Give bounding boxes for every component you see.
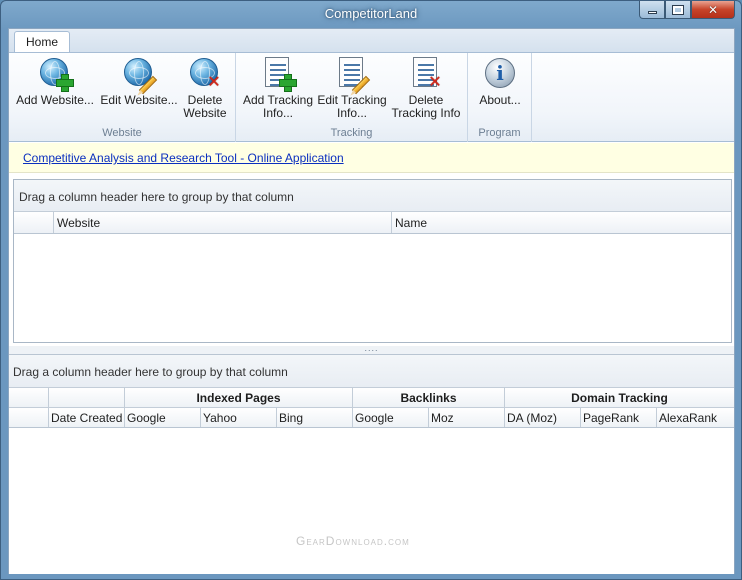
ribbon-group-website: Add Website... Edit Website... ✕ Delete …	[9, 53, 236, 142]
group-label-tracking: Tracking	[330, 127, 373, 139]
document-add-icon	[261, 56, 297, 92]
column-header-indexed-yahoo[interactable]: Yahoo	[201, 408, 277, 427]
minimize-icon	[647, 11, 657, 14]
info-icon: i	[483, 56, 517, 90]
column-header-indexed-google[interactable]: Google	[125, 408, 201, 427]
band-header-backlinks[interactable]: Backlinks	[353, 388, 505, 407]
column-header-da-moz[interactable]: DA (Moz)	[505, 408, 581, 427]
close-icon: ✕	[707, 2, 719, 17]
column-header-backlinks-google[interactable]: Google	[353, 408, 429, 427]
globe-delete-icon: ✕	[188, 56, 222, 90]
about-label: About...	[479, 93, 521, 107]
globe-edit-icon	[122, 56, 158, 95]
column-header-pagerank[interactable]: PageRank	[581, 408, 657, 427]
title-bar[interactable]: CompetitorLand ✕	[1, 1, 741, 27]
ribbon-group-tracking: Add Tracking Info... Edit Tracking Info.…	[236, 53, 468, 142]
column-header-name[interactable]: Name	[392, 212, 731, 233]
delete-tracking-label-line2: Tracking Info	[391, 106, 461, 120]
band-header-domain-tracking[interactable]: Domain Tracking	[505, 388, 734, 407]
delete-website-label-line2: Website	[183, 106, 227, 120]
column-header-indexed-bing[interactable]: Bing	[277, 408, 353, 427]
edit-website-button[interactable]: Edit Website...	[97, 56, 181, 107]
client-area: Home Add Website... Edit Website... ✕ De…	[8, 28, 735, 574]
column-header-website[interactable]: Website	[54, 212, 392, 233]
row-indicator-header[interactable]	[9, 408, 49, 427]
splitter-grip: ....	[364, 343, 379, 353]
edit-tracking-button[interactable]: Edit Tracking Info...	[316, 56, 388, 120]
ribbon: Add Website... Edit Website... ✕ Delete …	[9, 52, 734, 142]
band-header-indexed-pages[interactable]: Indexed Pages	[125, 388, 353, 407]
add-website-label: Add Website...	[16, 93, 94, 107]
column-header-backlinks-moz[interactable]: Moz	[429, 408, 505, 427]
ribbon-group-program: i About... Program	[468, 53, 532, 142]
close-button[interactable]: ✕	[691, 1, 735, 19]
document-edit-icon	[335, 56, 371, 95]
column-header-row: Date Created Google Yahoo Bing Google Mo…	[9, 408, 734, 428]
delete-website-button[interactable]: ✕ Delete Website	[179, 56, 231, 120]
info-bar: Competitive Analysis and Research Tool -…	[9, 143, 734, 173]
band-header-row: Indexed Pages Backlinks Domain Tracking	[9, 388, 734, 408]
ribbon-tab-strip: Home	[9, 29, 734, 53]
edit-tracking-label-line2: Info...	[336, 106, 368, 120]
delete-tracking-button[interactable]: ✕ Delete Tracking Info	[388, 56, 464, 120]
column-header-alexarank[interactable]: AlexaRank	[657, 408, 734, 427]
add-tracking-label-line2: Info...	[262, 106, 294, 120]
row-indicator-header[interactable]	[14, 212, 54, 233]
band-header-empty	[49, 388, 125, 407]
window-title: CompetitorLand	[324, 6, 418, 21]
grid-splitter[interactable]: ....	[9, 343, 734, 354]
maximize-icon	[672, 4, 684, 15]
about-button[interactable]: i About...	[472, 56, 528, 107]
globe-add-icon	[38, 56, 74, 92]
add-website-button[interactable]: Add Website...	[13, 56, 97, 107]
minimize-button[interactable]	[639, 1, 665, 19]
band-header-row-indicator	[9, 388, 49, 407]
watermark: GearDownload.com	[296, 534, 410, 548]
app-window: CompetitorLand ✕ Home Add Website... Edi…	[0, 0, 742, 580]
column-header-date-created[interactable]: Date Created	[49, 408, 125, 427]
websites-grid-header: Website Name	[14, 212, 731, 234]
online-application-link[interactable]: Competitive Analysis and Research Tool -…	[23, 151, 344, 165]
websites-grid[interactable]: Drag a column header here to group by th…	[13, 179, 732, 343]
window-controls: ✕	[639, 1, 735, 19]
group-by-panel[interactable]: Drag a column header here to group by th…	[14, 180, 731, 212]
add-tracking-button[interactable]: Add Tracking Info...	[242, 56, 314, 120]
group-label-program: Program	[478, 127, 521, 139]
tab-home[interactable]: Home	[14, 31, 70, 53]
document-delete-icon: ✕	[409, 56, 443, 90]
maximize-button[interactable]	[665, 1, 691, 19]
group-by-panel[interactable]: Drag a column header here to group by th…	[9, 355, 734, 388]
group-label-website: Website	[102, 127, 142, 139]
